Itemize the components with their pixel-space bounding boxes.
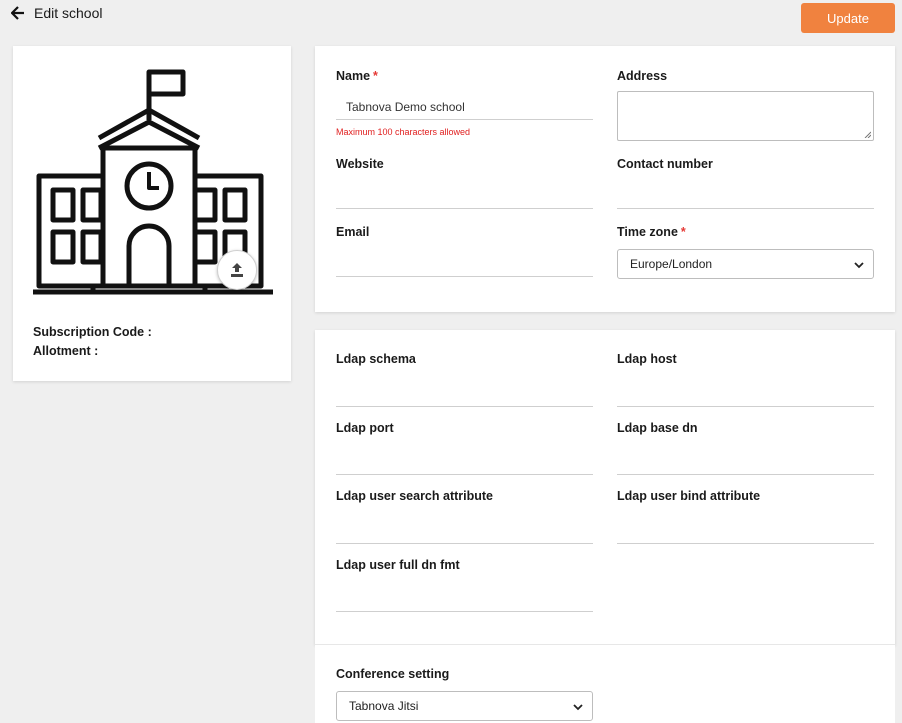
timezone-label: Time zone * (617, 225, 686, 239)
website-input[interactable] (336, 183, 593, 209)
ldap-user-bind-attribute-input[interactable] (617, 518, 874, 544)
name-input[interactable] (336, 94, 593, 120)
ldap-schema-input[interactable] (336, 381, 593, 407)
name-label: Name * (336, 69, 378, 83)
email-label: Email (336, 225, 370, 239)
upload-icon (231, 263, 243, 277)
ldap-user-search-attribute-label: Ldap user search attribute (336, 489, 493, 503)
allotment-label: Allotment : (33, 344, 99, 358)
required-mark: * (373, 69, 378, 83)
required-mark: * (680, 225, 686, 239)
name-hint: Maximum 100 characters allowed (336, 127, 471, 137)
conference-settings-card: Conference setting Tabnova Jitsi (315, 645, 895, 723)
school-profile-card: Subscription Code : Allotment : (13, 46, 291, 381)
address-label: Address (617, 69, 668, 83)
page-title: Edit school (34, 5, 103, 21)
ldap-schema-label: Ldap schema (336, 352, 416, 366)
back-link[interactable]: Edit school (11, 5, 102, 21)
resize-grip-icon[interactable] (864, 131, 871, 138)
ldap-user-search-attribute-input[interactable] (336, 518, 593, 544)
name-label-text: Name (336, 69, 371, 83)
email-input[interactable] (336, 251, 593, 277)
ldap-user-full-dn-fmt-input[interactable] (336, 586, 593, 612)
ldap-port-input[interactable] (336, 449, 593, 475)
ldap-user-full-dn-fmt-label: Ldap user full dn fmt (336, 558, 460, 572)
upload-image-button[interactable] (217, 250, 257, 290)
website-label: Website (336, 157, 384, 171)
contact-number-label: Contact number (617, 157, 713, 171)
chevron-down-icon (573, 704, 583, 711)
top-bar: Edit school Update (0, 0, 902, 40)
ldap-host-label: Ldap host (617, 352, 677, 366)
arrow-left-icon[interactable] (11, 6, 25, 20)
subscription-code: Subscription Code : (33, 325, 152, 339)
update-button[interactable]: Update (801, 3, 895, 33)
timezone-select[interactable]: Europe/London (617, 249, 874, 279)
allotment: Allotment : (33, 344, 98, 358)
timezone-label-text: Time zone (617, 225, 678, 239)
ldap-host-input[interactable] (617, 381, 874, 407)
ldap-base-dn-input[interactable] (617, 449, 874, 475)
chevron-down-icon (854, 262, 864, 269)
conference-setting-value: Tabnova Jitsi (349, 699, 419, 713)
ldap-user-bind-attribute-label: Ldap user bind attribute (617, 489, 761, 503)
ldap-port-label: Ldap port (336, 421, 394, 435)
timezone-value: Europe/London (630, 257, 713, 271)
school-details-card: Name* Maximum 100 characters allowed Add… (315, 46, 895, 312)
conference-setting-select[interactable]: Tabnova Jitsi (336, 691, 593, 721)
ldap-base-dn-label: Ldap base dn (617, 421, 698, 435)
ldap-settings-card: Ldap schema Ldap host Ldap port Ldap bas… (315, 330, 895, 645)
conference-setting-label: Conference setting (336, 667, 450, 681)
contact-number-input[interactable] (617, 183, 874, 209)
address-textarea[interactable] (617, 91, 874, 141)
subscription-code-label: Subscription Code : (33, 325, 152, 339)
